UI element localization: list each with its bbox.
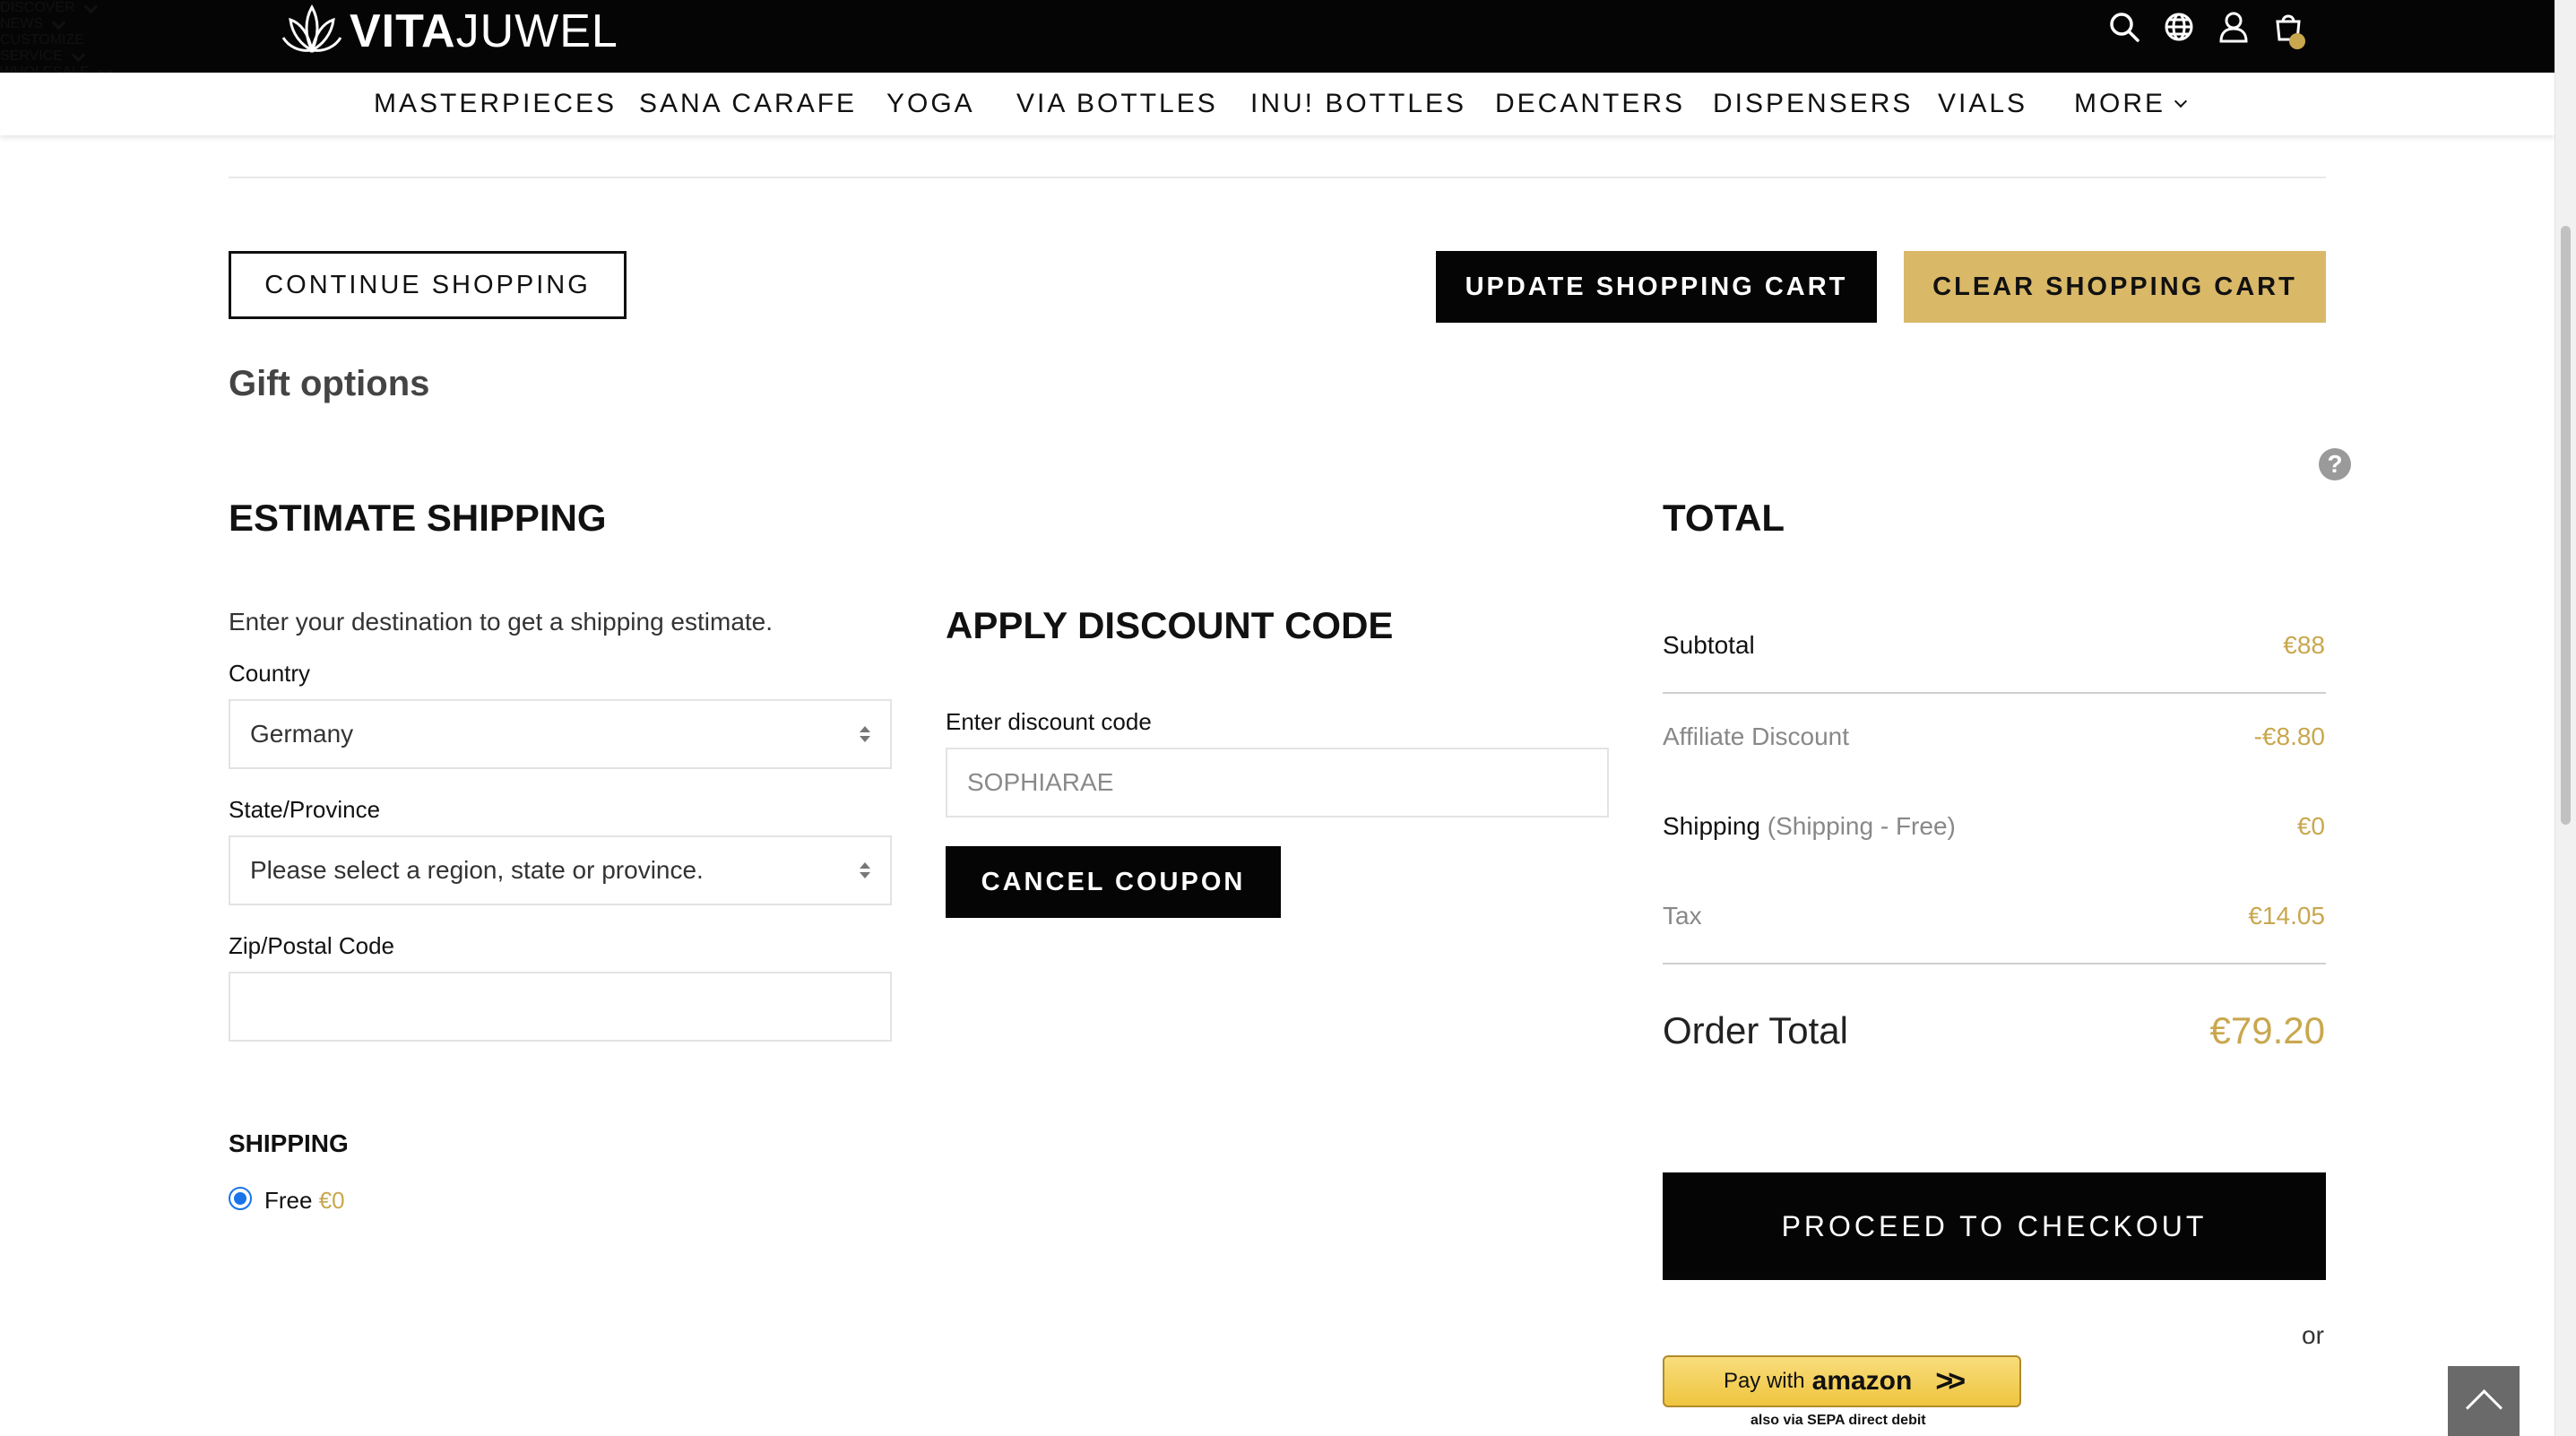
shipping-method-title: SHIPPING bbox=[229, 1129, 349, 1157]
divider bbox=[229, 177, 2326, 178]
gift-options-title[interactable]: Gift options bbox=[229, 364, 429, 404]
continue-shopping-button[interactable]: CONTINUE SHOPPING bbox=[229, 251, 627, 319]
user-icon[interactable] bbox=[2216, 9, 2252, 45]
subnav-more[interactable]: MORE bbox=[2074, 89, 2188, 119]
estimate-shipping-title: ESTIMATE SHIPPING bbox=[229, 497, 607, 539]
chevron-down-icon bbox=[83, 0, 98, 14]
globe-icon[interactable] bbox=[2161, 9, 2197, 45]
affiliate-discount-label: Affiliate Discount bbox=[1663, 722, 1850, 750]
discount-title: APPLY DISCOUNT CODE bbox=[946, 604, 1394, 646]
back-to-top-button[interactable] bbox=[2448, 1366, 2520, 1436]
shipping-total-label: Shipping (Shipping - Free) bbox=[1663, 812, 1956, 840]
chevron-down-icon bbox=[71, 48, 86, 63]
subnav-decanters[interactable]: DECANTERS bbox=[1495, 89, 1685, 119]
select-arrows-icon bbox=[860, 726, 870, 742]
discount-code-value: SOPHIARAE bbox=[967, 768, 1114, 796]
subnav-dispensers[interactable]: DISPENSERS bbox=[1713, 89, 1913, 119]
logo[interactable]: VITAJUWEL bbox=[280, 0, 618, 63]
category-nav: MASTERPIECES SANA CARAFE YOGA VIA BOTTLE… bbox=[0, 73, 2554, 135]
tax-label: Tax bbox=[1663, 902, 1702, 930]
order-total-value: €79.20 bbox=[2209, 1009, 2325, 1051]
cart-count-badge bbox=[2289, 33, 2305, 49]
state-value: Please select a region, state or provinc… bbox=[250, 856, 704, 884]
shipping-method-price: €0 bbox=[318, 1187, 345, 1214]
clear-cart-button[interactable]: CLEAR SHOPPING CART bbox=[1904, 251, 2326, 323]
zip-input[interactable] bbox=[229, 972, 892, 1042]
shipping-method-label: Free €0 bbox=[264, 1187, 345, 1214]
amazon-logo: amazon bbox=[1811, 1366, 1913, 1396]
subnav-yoga[interactable]: YOGA bbox=[886, 89, 975, 119]
shipping-free-radio[interactable] bbox=[229, 1187, 252, 1210]
double-chevron-right-icon: >> bbox=[1935, 1363, 1966, 1398]
top-header: VITAJUWEL DISCOVER NEWS CUSTOMIZE SERVIC… bbox=[0, 0, 2554, 80]
total-title: TOTAL bbox=[1663, 497, 1785, 539]
scrollbar-thumb[interactable] bbox=[2561, 226, 2571, 825]
chevron-down-icon bbox=[2174, 94, 2188, 108]
country-value: Germany bbox=[250, 720, 354, 748]
subnav-vials[interactable]: VIALS bbox=[1938, 89, 2027, 119]
select-arrows-icon bbox=[860, 862, 870, 878]
subtotal-value: €88 bbox=[2283, 631, 2325, 659]
lotus-logo-icon bbox=[281, 4, 342, 54]
discount-label: Enter discount code bbox=[946, 708, 1152, 735]
subnav-inu-bottles[interactable]: INU! BOTTLES bbox=[1250, 89, 1466, 119]
shipping-estimate-description: Enter your destination to get a shipping… bbox=[229, 608, 774, 636]
discount-code-input[interactable]: SOPHIARAE bbox=[946, 748, 1609, 817]
country-label: Country bbox=[229, 660, 311, 687]
amazon-sepa-note: also via SEPA direct debit bbox=[1750, 1413, 1926, 1428]
subnav-via-bottles[interactable]: VIA BOTTLES bbox=[1016, 89, 1218, 119]
or-separator: or bbox=[2302, 1321, 2324, 1349]
state-label: State/Province bbox=[229, 796, 381, 823]
search-icon[interactable] bbox=[2106, 9, 2142, 45]
shipping-note: (Shipping - Free) bbox=[1767, 812, 1956, 840]
cancel-coupon-button[interactable]: CANCEL COUPON bbox=[946, 846, 1281, 918]
proceed-to-checkout-button[interactable]: PROCEED TO CHECKOUT bbox=[1663, 1172, 2326, 1280]
chevron-down-icon bbox=[51, 15, 66, 30]
subnav-sana-carafe[interactable]: SANA CARAFE bbox=[639, 89, 857, 119]
shipping-total-value: €0 bbox=[2296, 812, 2325, 840]
amazon-pay-button[interactable]: Pay with amazon >> bbox=[1663, 1355, 2021, 1407]
tax-value: €14.05 bbox=[2248, 902, 2325, 930]
subnav-masterpieces[interactable]: MASTERPIECES bbox=[374, 89, 617, 119]
update-cart-button[interactable]: UPDATE SHOPPING CART bbox=[1436, 251, 1877, 323]
order-total-label: Order Total bbox=[1663, 1009, 1848, 1051]
zip-label: Zip/Postal Code bbox=[229, 932, 394, 959]
divider bbox=[1663, 692, 2326, 694]
help-icon[interactable]: ? bbox=[2319, 448, 2351, 480]
country-select[interactable]: Germany bbox=[229, 699, 892, 769]
logo-text: VITAJUWEL bbox=[350, 5, 618, 57]
affiliate-discount-value: -€8.80 bbox=[2253, 722, 2325, 750]
state-select[interactable]: Please select a region, state or provinc… bbox=[229, 835, 892, 905]
subtotal-label: Subtotal bbox=[1663, 631, 1755, 659]
divider bbox=[1663, 963, 2326, 965]
